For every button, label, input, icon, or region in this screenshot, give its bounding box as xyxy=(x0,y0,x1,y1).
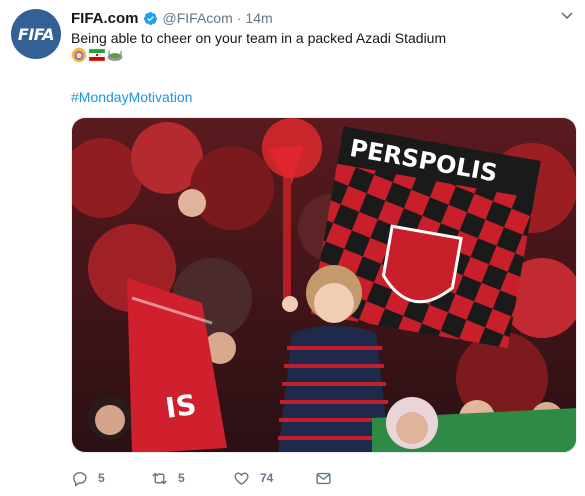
like-count: 74 xyxy=(260,471,274,485)
avatar[interactable]: FIFA xyxy=(11,9,61,59)
user-handle[interactable]: @FIFAcom xyxy=(163,10,233,26)
hashtag-link[interactable]: #MondayMotivation xyxy=(71,89,192,105)
stadium-emoji-icon xyxy=(107,49,123,61)
separator-dot: · xyxy=(236,10,242,26)
lion-sun-emoji-icon xyxy=(71,47,87,63)
iran-flag-emoji-icon xyxy=(89,48,105,62)
tweet-card[interactable]: FIFA FIFA.com @FIFAcom · 14m Being able … xyxy=(0,0,585,496)
heart-icon xyxy=(234,471,249,485)
retweet-button[interactable]: 5 xyxy=(151,468,185,488)
reply-button[interactable]: 5 xyxy=(71,468,105,488)
stadium-crowd-photo: PERSPOLIS IS xyxy=(72,118,576,452)
tweet-text: Being able to cheer on your team in a pa… xyxy=(71,30,447,46)
direct-message-button[interactable] xyxy=(315,468,332,488)
chevron-down-icon[interactable] xyxy=(561,12,573,20)
tweet-photo[interactable]: PERSPOLIS IS xyxy=(71,117,577,453)
fifa-logo: FIFA xyxy=(17,24,55,44)
like-button[interactable]: 74 xyxy=(233,468,273,488)
tweet-header: FIFA.com @FIFAcom · 14m xyxy=(71,8,273,28)
emoji-row xyxy=(71,47,123,63)
retweet-icon xyxy=(152,472,167,484)
timestamp[interactable]: 14m xyxy=(245,10,272,26)
verified-badge-icon xyxy=(143,11,157,25)
display-name[interactable]: FIFA.com xyxy=(71,10,139,27)
retweet-count: 5 xyxy=(178,471,185,485)
reply-icon xyxy=(73,471,87,486)
reply-count: 5 xyxy=(98,471,105,485)
flag-text: IS xyxy=(163,388,198,425)
envelope-icon xyxy=(316,472,331,484)
